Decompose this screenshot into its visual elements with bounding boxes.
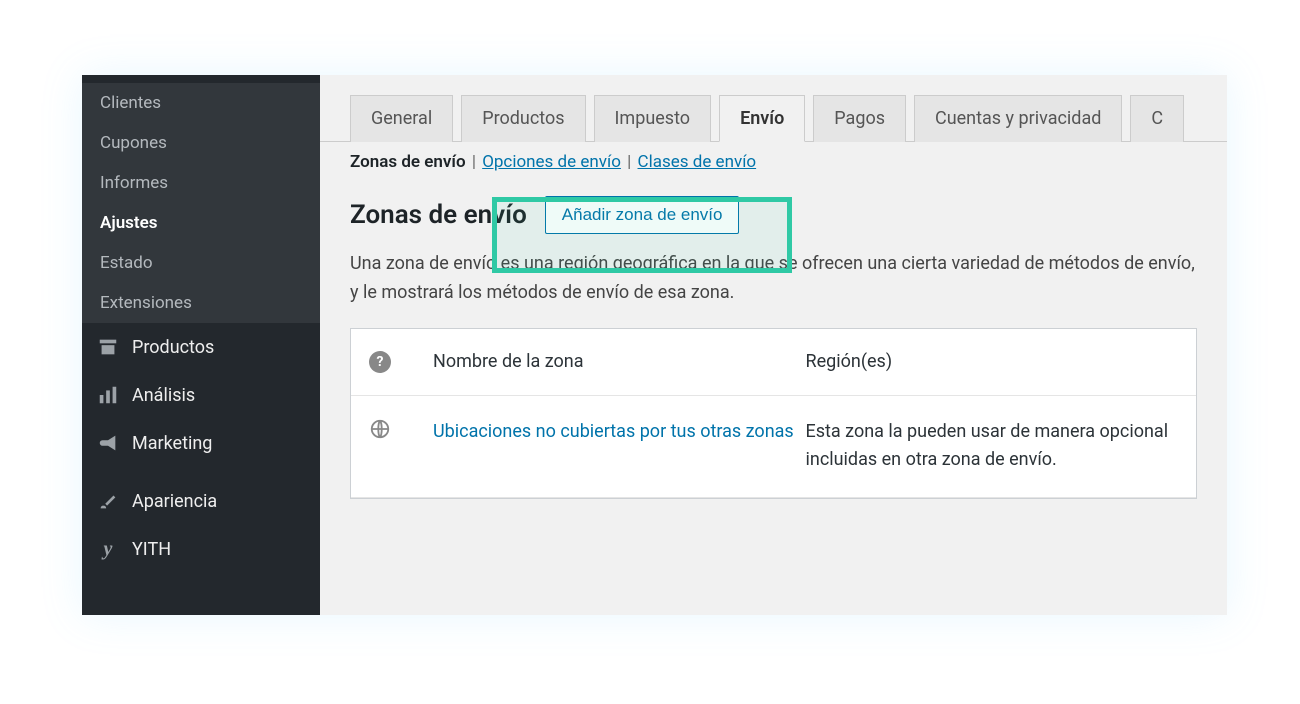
section-header: Zonas de envío Añadir zona de envío xyxy=(320,172,1227,250)
tab-envio[interactable]: Envío xyxy=(719,95,805,142)
help-icon-column: ? xyxy=(369,351,433,373)
sidebar-sub-cupones[interactable]: Cupones xyxy=(82,123,320,163)
column-header-region: Región(es) xyxy=(806,351,1179,372)
sidebar-item-label: Productos xyxy=(132,337,214,358)
sidebar-item-label: Análisis xyxy=(132,385,195,406)
globe-icon xyxy=(369,418,391,440)
table-header-row: ? Nombre de la zona Región(es) xyxy=(351,329,1196,396)
sidebar-sub-informes[interactable]: Informes xyxy=(82,163,320,203)
settings-tabs: General Productos Impuesto Envío Pagos C… xyxy=(320,75,1227,142)
sidebar-item-analisis[interactable]: Análisis xyxy=(82,371,320,419)
sidebar-item-label: Marketing xyxy=(132,433,212,454)
zone-region-text: Esta zona la pueden usar de manera opcio… xyxy=(806,418,1179,476)
shipping-zones-table: ? Nombre de la zona Región(es) Ubicacion… xyxy=(350,328,1197,500)
subtab-opciones[interactable]: Opciones de envío xyxy=(482,152,621,172)
yith-icon: y xyxy=(96,537,120,561)
zone-name-link[interactable]: Ubicaciones no cubiertas por tus otras z… xyxy=(433,418,806,447)
page-title: Zonas de envío xyxy=(350,200,527,230)
sidebar-item-label: YITH xyxy=(132,539,171,560)
sidebar-item-label: Apariencia xyxy=(132,491,217,512)
main-content: General Productos Impuesto Envío Pagos C… xyxy=(320,75,1227,615)
archive-icon xyxy=(96,335,120,359)
megaphone-icon xyxy=(96,431,120,455)
tab-cutoff[interactable]: C xyxy=(1130,95,1184,142)
row-icon-column xyxy=(369,418,433,440)
tab-impuesto[interactable]: Impuesto xyxy=(594,95,712,142)
tab-cuentas[interactable]: Cuentas y privacidad xyxy=(914,95,1122,142)
subtab-clases[interactable]: Clases de envío xyxy=(638,152,757,172)
sidebar-sub-ajustes[interactable]: Ajustes xyxy=(82,203,320,243)
chart-icon xyxy=(96,383,120,407)
sidebar-sub-clientes[interactable]: Clientes xyxy=(82,83,320,123)
tab-pagos[interactable]: Pagos xyxy=(813,95,906,142)
table-row: Ubicaciones no cubiertas por tus otras z… xyxy=(351,396,1196,499)
tab-general[interactable]: General xyxy=(350,95,453,142)
brush-icon xyxy=(96,489,120,513)
shipping-subtabs: Zonas de envío | Opciones de envío | Cla… xyxy=(320,142,1227,172)
sidebar-item-productos[interactable]: Productos xyxy=(82,323,320,371)
admin-sidebar: Clientes Cupones Informes Ajustes Estado… xyxy=(82,75,320,615)
section-description: Una zona de envío es una región geográfi… xyxy=(320,250,1227,328)
sidebar-sub-estado[interactable]: Estado xyxy=(82,243,320,283)
add-shipping-zone-button[interactable]: Añadir zona de envío xyxy=(545,196,740,234)
tab-productos[interactable]: Productos xyxy=(461,95,585,142)
help-icon[interactable]: ? xyxy=(369,351,391,373)
sidebar-item-apariencia[interactable]: Apariencia xyxy=(82,477,320,525)
woocommerce-submenu: Clientes Cupones Informes Ajustes Estado… xyxy=(82,83,320,323)
column-header-name: Nombre de la zona xyxy=(433,351,806,372)
sidebar-item-yith[interactable]: y YITH xyxy=(82,525,320,573)
sidebar-sub-extensiones[interactable]: Extensiones xyxy=(82,283,320,323)
sidebar-item-marketing[interactable]: Marketing xyxy=(82,419,320,467)
subtab-zonas[interactable]: Zonas de envío xyxy=(350,152,466,172)
